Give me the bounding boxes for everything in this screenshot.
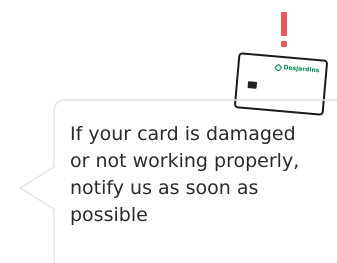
message-line: possible <box>70 204 148 226</box>
message-line: If your card is damaged <box>70 123 296 145</box>
message-line: or not working properly, <box>70 150 300 172</box>
message-line: notify us as soon as <box>70 177 259 199</box>
damaged-card-message: If your card is damaged or not working p… <box>70 121 332 229</box>
speech-bubble: If your card is damaged or not working p… <box>0 0 337 263</box>
